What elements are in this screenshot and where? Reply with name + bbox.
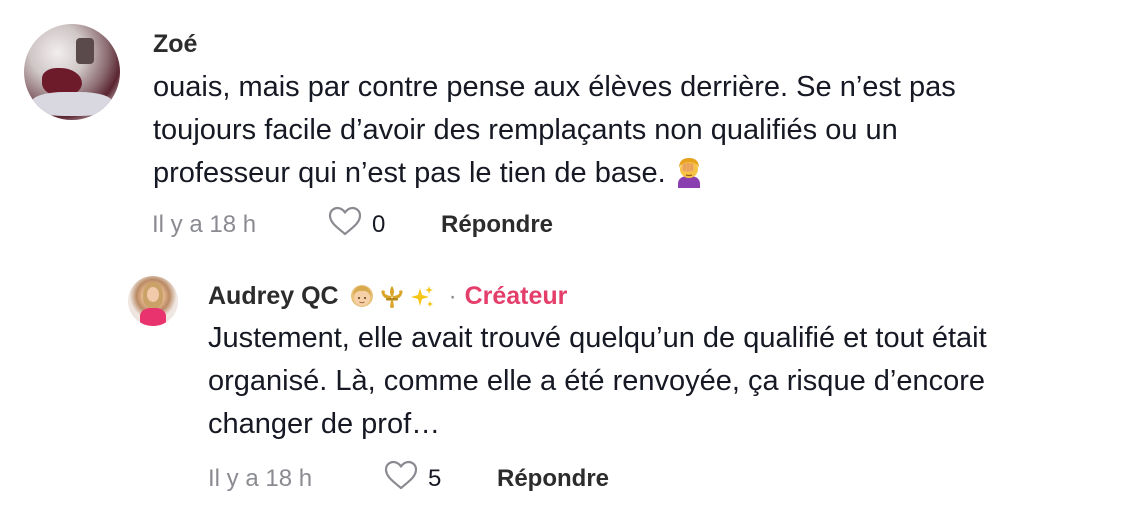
heart-icon	[384, 460, 418, 497]
comment-timestamp: Il y a 18 h	[208, 464, 313, 492]
avatar[interactable]	[24, 24, 120, 120]
comment-username[interactable]: Audrey QC	[208, 282, 339, 311]
username-emojis	[349, 284, 435, 310]
creator-badge: Créateur	[464, 282, 568, 310]
like-button[interactable]: 0	[328, 206, 441, 243]
sparkles-emoji-icon	[409, 284, 435, 310]
separator: ·	[448, 282, 457, 310]
like-count: 0	[372, 210, 386, 238]
reply-comment: Audrey QC · Créateur Justement, elle ava…	[0, 260, 1148, 520]
facepalm-emoji-icon	[672, 154, 706, 188]
reply-button[interactable]: Répondre	[441, 211, 553, 239]
like-count: 5	[428, 464, 442, 492]
comment-meta: Il y a 18 h 5 Répondre	[208, 460, 609, 497]
heart-icon	[328, 206, 362, 243]
like-button[interactable]: 5	[384, 460, 497, 497]
comment-username-row: Audrey QC · Créateur	[208, 282, 567, 311]
reply-button[interactable]: Répondre	[497, 465, 609, 493]
comment: Zoé ouais, mais par contre pense aux élè…	[0, 0, 1148, 260]
comment-timestamp: Il y a 18 h	[152, 210, 257, 238]
comment-text: ouais, mais par contre pense aux élèves …	[153, 71, 956, 189]
blonde-person-emoji-icon	[349, 284, 375, 310]
comment-meta: Il y a 18 h 0 Répondre	[152, 206, 553, 243]
comment-text: Justement, elle avait trouvé quelqu’un d…	[208, 322, 987, 440]
fleur-de-lis-emoji-icon	[379, 284, 405, 310]
comment-username[interactable]: Zoé	[153, 30, 197, 59]
avatar[interactable]	[128, 276, 178, 326]
